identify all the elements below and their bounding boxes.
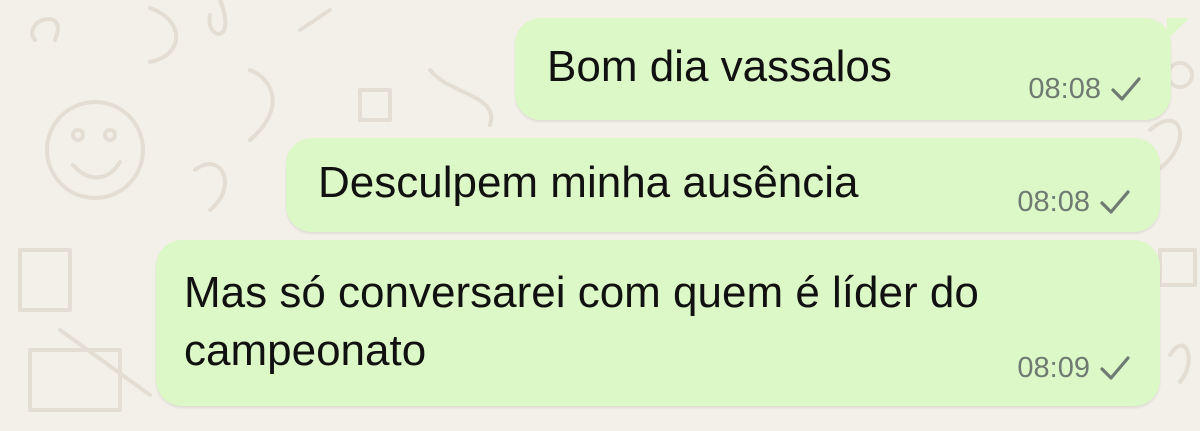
- message-bubble[interactable]: Desculpem minha ausência 08:08: [286, 138, 1160, 232]
- message-timestamp: 08:08: [1017, 186, 1090, 218]
- message-timestamp: 08:09: [1017, 352, 1090, 384]
- message-meta: 08:08: [1028, 73, 1143, 105]
- chat-thread: Bom dia vassalos 08:08 Desculpem minha a…: [0, 0, 1200, 431]
- message-timestamp: 08:08: [1028, 73, 1101, 105]
- message-text: Bom dia vassalos: [547, 42, 892, 91]
- message-bubble[interactable]: Mas só conversarei com quem é líder do c…: [156, 240, 1160, 406]
- single-check-icon: [1100, 190, 1130, 214]
- message-meta: 08:08: [1017, 186, 1132, 218]
- message-text: Desculpem minha ausência: [318, 158, 859, 207]
- single-check-icon: [1100, 356, 1130, 380]
- message-meta: 08:09: [1017, 352, 1132, 384]
- message-text-line-1: Mas só conversarei com quem é líder do: [184, 268, 979, 317]
- single-check-icon: [1111, 77, 1141, 101]
- message-bubble[interactable]: Bom dia vassalos 08:08: [515, 18, 1189, 120]
- message-text-line-2: campeonato: [184, 326, 427, 375]
